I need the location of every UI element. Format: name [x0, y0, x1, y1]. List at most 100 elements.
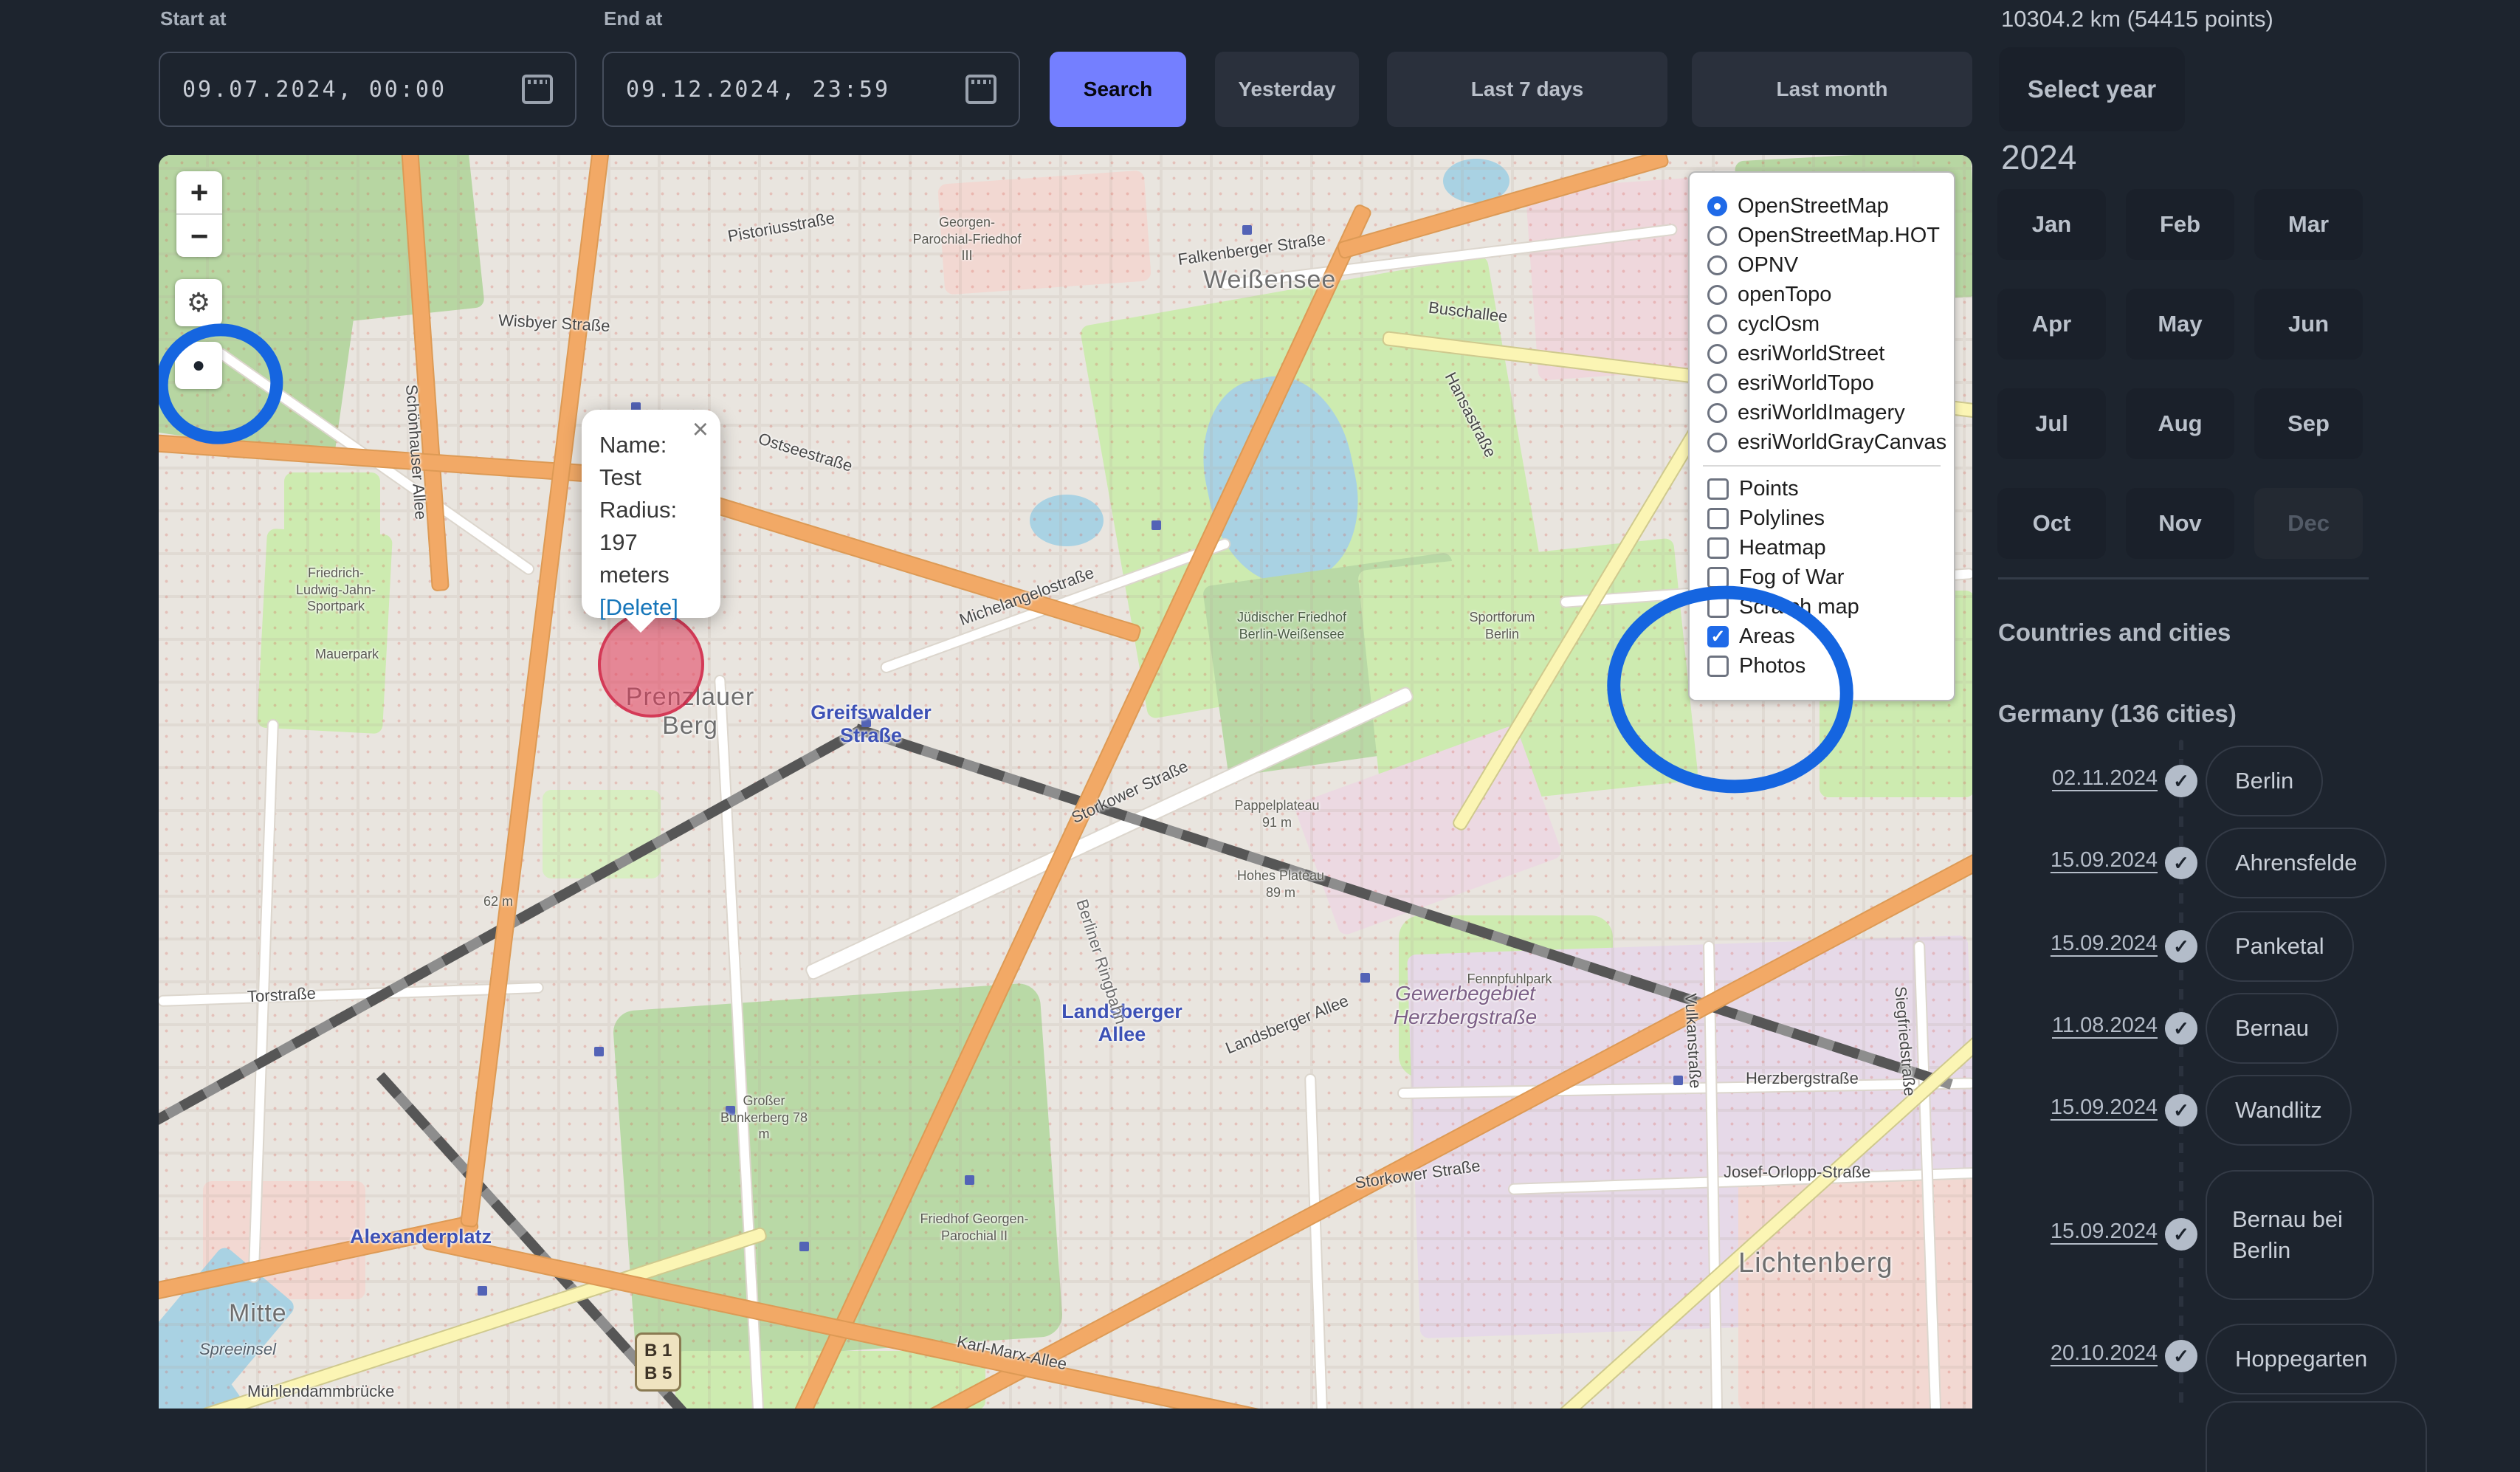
popup-radius-unit: meters	[599, 562, 669, 588]
checkbox-icon[interactable]	[1707, 596, 1729, 618]
locate-button[interactable]: ●	[175, 342, 222, 389]
radio-icon[interactable]	[1707, 433, 1727, 453]
map-label: Torstraße	[247, 983, 317, 1006]
check-icon: ✓	[2165, 1340, 2197, 1372]
base-layer-option-opnv[interactable]: OPNV	[1707, 253, 1936, 278]
overlay-checkbox-scratch-map[interactable]: Scratch map	[1707, 595, 1936, 619]
base-layer-option-esriworldstreet[interactable]: esriWorldStreet	[1707, 342, 1936, 366]
visit-date-link[interactable]: 20.10.2024	[1997, 1341, 2158, 1366]
visit-date-link[interactable]: 15.09.2024	[1997, 932, 2158, 956]
base-layer-option-openstreetmap[interactable]: OpenStreetMap	[1707, 194, 1936, 219]
check-icon: ✓	[2165, 930, 2197, 963]
calendar-icon[interactable]	[965, 75, 996, 104]
overlay-label: Areas	[1739, 625, 1795, 648]
check-icon: ✓	[2165, 765, 2197, 797]
overlay-checkbox-fog-of-war[interactable]: Fog of War	[1707, 565, 1936, 590]
base-layer-option-opentopo[interactable]: openTopo	[1707, 283, 1936, 307]
radio-icon[interactable]	[1707, 374, 1727, 393]
month-button-sep[interactable]: Sep	[2254, 388, 2363, 459]
month-button-aug[interactable]: Aug	[2126, 388, 2234, 459]
check-icon: ✓	[2165, 1012, 2197, 1045]
visit-date-link[interactable]: 11.08.2024	[1997, 1014, 2158, 1038]
visit-date-link[interactable]: 15.09.2024	[1997, 1220, 2158, 1244]
city-pill-berlin[interactable]: Berlin	[2206, 746, 2324, 816]
radio-icon[interactable]	[1707, 314, 1727, 334]
stats-sidebar: 10304.2 km (54415 points) Select year 20…	[1997, 0, 2520, 1472]
overlay-checkbox-points[interactable]: Points	[1707, 477, 1936, 501]
base-layer-option-esriworldgraycanvas[interactable]: esriWorldGrayCanvas	[1707, 430, 1946, 455]
radio-icon[interactable]	[1707, 344, 1727, 364]
base-layer-option-esriworldimagery[interactable]: esriWorldImagery	[1707, 401, 1936, 425]
city-pill-wandlitz[interactable]: Wandlitz	[2206, 1075, 2352, 1146]
last-7-days-button[interactable]: Last 7 days	[1387, 52, 1667, 127]
map-label: Mühlendammbrücke	[247, 1382, 395, 1400]
city-pill-panketal[interactable]: Panketal	[2206, 911, 2354, 982]
checkbox-icon[interactable]	[1707, 656, 1729, 677]
zoom-in-button[interactable]: +	[176, 171, 222, 215]
overlay-checkbox-polylines[interactable]: Polylines	[1707, 506, 1936, 531]
end-date-input[interactable]: 09.12.2024, 23:59	[602, 52, 1020, 127]
radio-icon[interactable]	[1707, 403, 1727, 423]
month-button-jan[interactable]: Jan	[1997, 189, 2106, 260]
map-label: Friedrich-Ludwig-Jahn-Sportpark	[295, 565, 376, 613]
checkbox-icon[interactable]	[1707, 567, 1729, 588]
radio-icon[interactable]	[1707, 226, 1727, 246]
month-button-nov[interactable]: Nov	[2126, 488, 2234, 559]
transit-stop-marker	[799, 1242, 809, 1251]
base-layer-label: openTopo	[1738, 283, 1832, 306]
settings-button[interactable]: ⚙	[175, 279, 222, 326]
visit-date-link[interactable]: 15.09.2024	[1997, 848, 2158, 873]
route-badge-b1-b5: B 1 B 5	[635, 1332, 682, 1392]
check-icon: ✓	[2165, 847, 2197, 879]
zoom-out-button[interactable]: −	[176, 215, 222, 257]
start-date-input[interactable]: 09.07.2024, 00:00	[159, 52, 576, 127]
base-layer-label: OpenStreetMap.HOT	[1738, 224, 1940, 247]
base-layer-label: esriWorldImagery	[1738, 401, 1905, 424]
start-at-label: Start at	[160, 7, 227, 30]
month-button-may[interactable]: May	[2126, 289, 2234, 360]
map-label: Friedhof Georgen-Parochial II	[920, 1211, 1029, 1243]
city-pill-ahrensfelde[interactable]: Ahrensfelde	[2206, 828, 2387, 898]
month-button-oct[interactable]: Oct	[1997, 488, 2106, 559]
map-label: 62 m	[483, 894, 514, 909]
overlay-checkbox-photos[interactable]: Photos	[1707, 654, 1936, 678]
city-pill-bernau-bei-berlin[interactable]: Bernau bei Berlin	[2206, 1170, 2374, 1300]
radio-icon[interactable]	[1707, 285, 1727, 305]
search-button[interactable]: Search	[1050, 52, 1186, 127]
calendar-icon[interactable]	[522, 75, 553, 104]
end-at-label: End at	[604, 7, 663, 30]
map-label-greifswalder-station: Greifswalder Straße	[810, 701, 932, 746]
visit-date-link[interactable]: 02.11.2024	[1997, 766, 2158, 791]
month-button-feb[interactable]: Feb	[2126, 189, 2234, 260]
radio-selected-icon[interactable]	[1707, 196, 1727, 216]
start-date-value: 09.07.2024, 00:00	[182, 76, 447, 103]
month-button-apr[interactable]: Apr	[1997, 289, 2106, 360]
checkbox-icon[interactable]	[1707, 478, 1729, 500]
city-pill-bernau[interactable]: Bernau	[2206, 993, 2338, 1064]
overlay-checkbox-heatmap[interactable]: Heatmap	[1707, 536, 1936, 560]
select-year-button[interactable]: Select year	[1999, 47, 2185, 131]
base-layer-option-cyclosm[interactable]: cyclOsm	[1707, 312, 1936, 337]
checkbox-icon[interactable]	[1707, 508, 1729, 529]
base-layer-option-esriworldtopo[interactable]: esriWorldTopo	[1707, 371, 1936, 396]
city-pill-hoppegarten[interactable]: Hoppegarten	[2206, 1324, 2397, 1394]
yesterday-button[interactable]: Yesterday	[1215, 52, 1359, 127]
visit-date-link[interactable]: 15.09.2024	[1997, 1096, 2158, 1120]
checkbox-checked-icon[interactable]: ✓	[1707, 626, 1729, 647]
checkbox-icon[interactable]	[1707, 537, 1729, 559]
base-layer-option-openstreetmap-hot[interactable]: OpenStreetMap.HOT	[1707, 224, 1940, 248]
timeline-line	[2179, 740, 2183, 1409]
base-layer-label: OpenStreetMap	[1738, 194, 1889, 218]
close-icon[interactable]: ×	[692, 416, 709, 444]
check-icon: ✓	[2165, 1218, 2197, 1251]
last-month-button[interactable]: Last month	[1692, 52, 1972, 127]
areas-overlay-checkbox[interactable]: ✓ Areas	[1707, 625, 1936, 649]
map-label: Sportforum Berlin	[1469, 610, 1535, 642]
month-button-mar[interactable]: Mar	[2254, 189, 2363, 260]
month-button-jun[interactable]: Jun	[2254, 289, 2363, 360]
map-canvas[interactable]: Pistoriusstraße Georgen-Parochial-Friedh…	[159, 155, 1972, 1409]
month-button-jul[interactable]: Jul	[1997, 388, 2106, 459]
map-label: Mauerpark	[314, 647, 379, 661]
map-label-alexanderplatz: Alexanderplatz	[349, 1225, 492, 1248]
radio-icon[interactable]	[1707, 255, 1727, 275]
